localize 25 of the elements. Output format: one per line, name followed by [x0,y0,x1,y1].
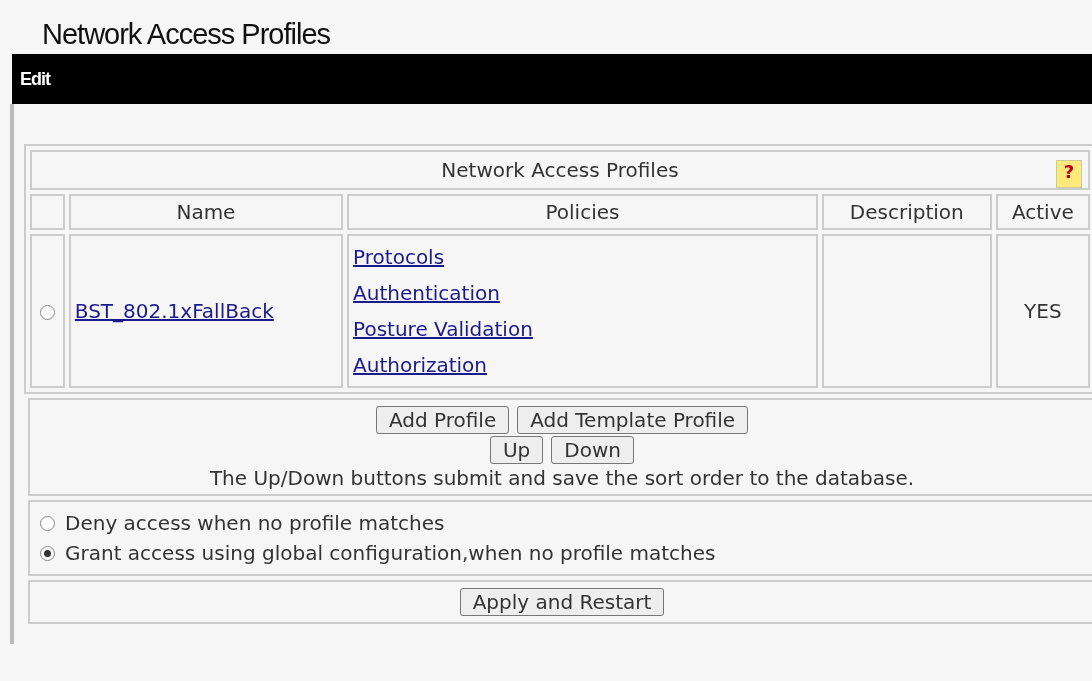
table-title: Network Access Profiles [441,158,679,182]
policy-link[interactable]: Posture Validation [353,311,812,347]
policy-link[interactable]: Authentication [353,275,812,311]
help-icon[interactable]: ? [1056,160,1082,188]
radio-button[interactable] [40,515,55,531]
action-button[interactable]: Add Template Profile [517,406,749,434]
action-button[interactable]: Add Profile [375,406,510,434]
column-header: Description [821,194,992,230]
column-header: Active [995,194,1090,230]
profile-link[interactable]: BST_802.1xFallBack [74,299,274,323]
page-title: Network Access Profiles [41,17,332,52]
apply-button[interactable]: Apply and Restart [459,588,665,616]
column-header: Policies [347,194,818,230]
order-button[interactable]: Up [490,436,544,464]
column-header: Name [68,194,344,230]
table-cell: YES [995,234,1090,388]
policy-link[interactable]: Protocols [353,239,812,275]
option-label: Deny access when no profile matches [65,510,445,537]
radio-button[interactable] [40,545,55,561]
policy-link[interactable]: Authorization [353,347,812,383]
radio-button[interactable] [39,305,55,320]
note-text: The Up/Down buttons submit and save the sort order to the database. [209,466,915,490]
edit-menu[interactable]: Edit [20,68,50,90]
order-button[interactable]: Down [551,436,634,464]
option-label: Grant access using global configuration,when no profile matches [65,540,716,567]
